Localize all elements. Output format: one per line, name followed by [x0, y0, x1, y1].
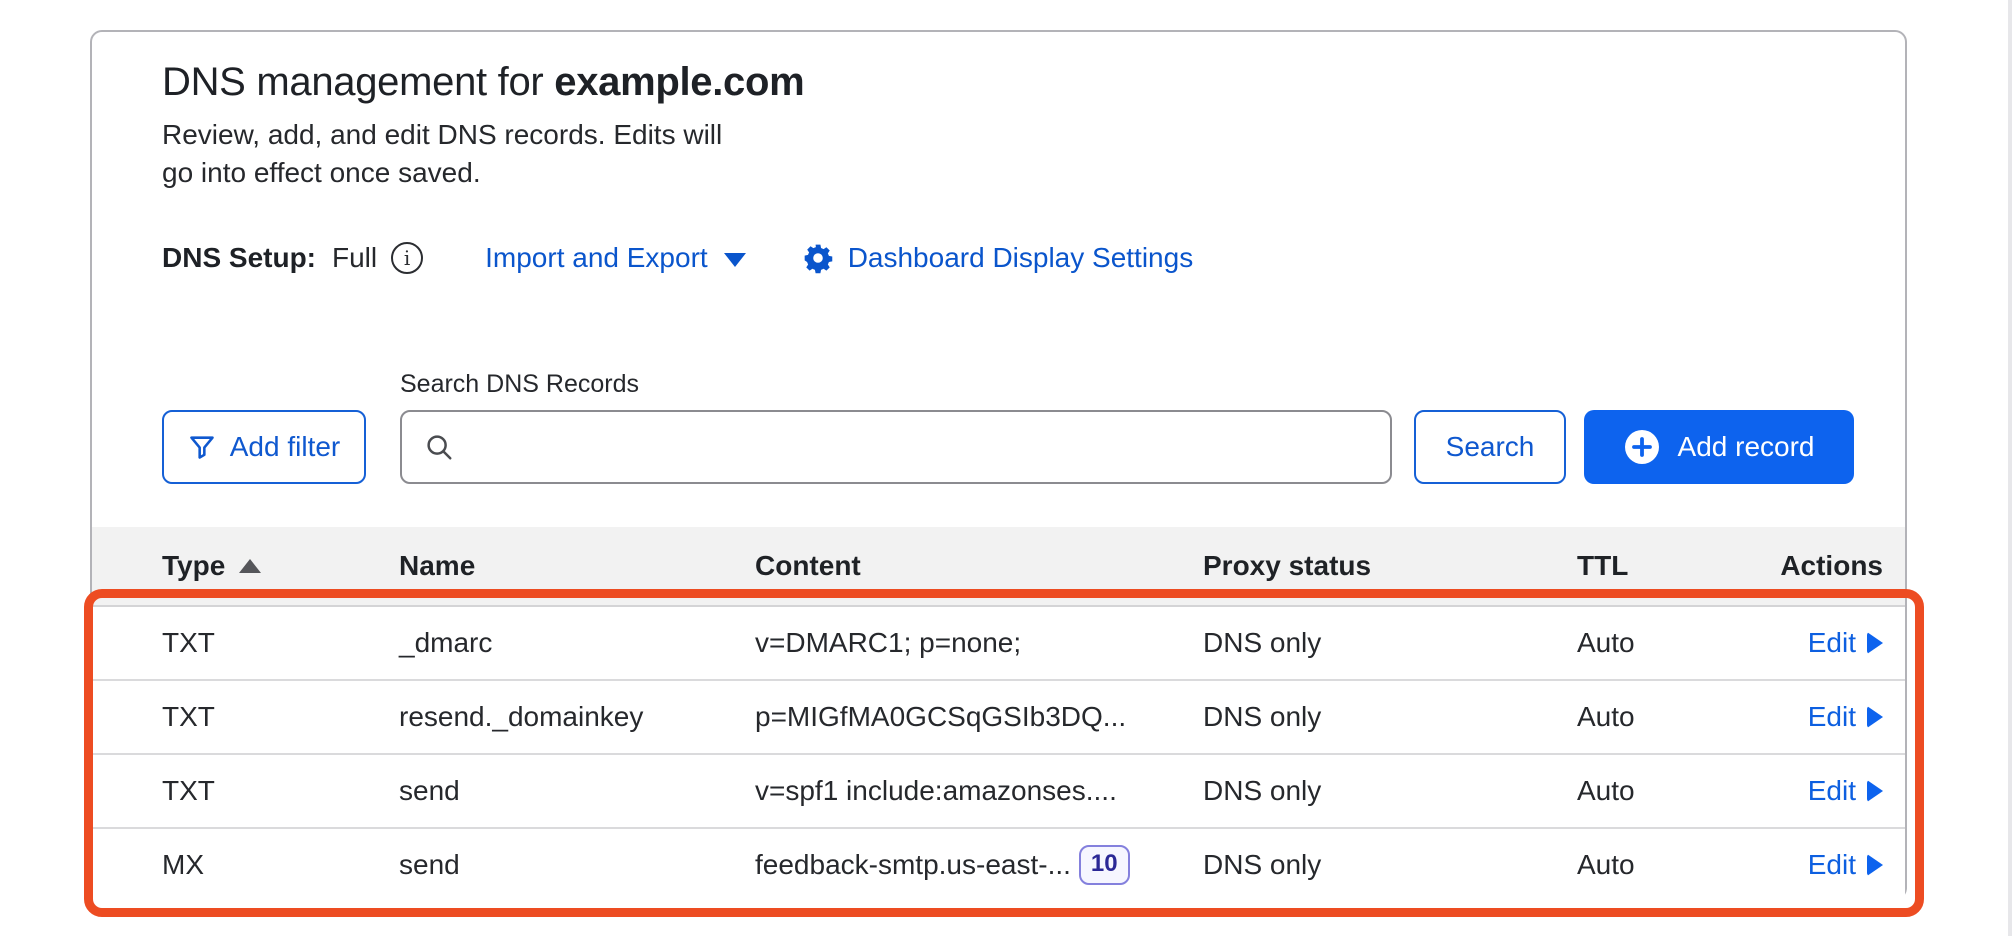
cell-proxy-status: DNS only — [1203, 701, 1577, 733]
dns-setup-row: DNS Setup: Full i Import and Export Dash… — [162, 236, 1193, 280]
edit-record-button[interactable]: Edit — [1808, 627, 1883, 659]
cell-type: MX — [162, 849, 399, 881]
import-export-menu[interactable]: Import and Export — [485, 242, 746, 274]
table-row-send-mx: MX send feedback-smtp.us-east-... 10 DNS… — [92, 827, 1905, 901]
table-row-dmarc: TXT _dmarc v=DMARC1; p=none; DNS only Au… — [92, 605, 1905, 679]
search-input[interactable] — [470, 412, 1390, 482]
gear-icon — [802, 242, 834, 274]
window-scrollbar-track[interactable] — [2008, 0, 2012, 936]
cell-ttl: Auto — [1577, 627, 1768, 659]
sort-ascending-icon — [239, 559, 261, 573]
edit-record-button[interactable]: Edit — [1808, 775, 1883, 807]
cell-name: resend._domainkey — [399, 701, 755, 733]
dns-management-card: DNS management for example.com Review, a… — [90, 30, 1907, 900]
cell-name: _dmarc — [399, 627, 755, 659]
table-header: Type Name Content Proxy status TTL Actio… — [92, 527, 1905, 605]
chevron-right-icon — [1867, 780, 1883, 802]
search-icon — [424, 432, 454, 462]
filter-icon — [188, 433, 216, 461]
page-subtitle: Review, add, and edit DNS records. Edits… — [162, 116, 722, 192]
add-record-button[interactable]: Add record — [1584, 410, 1854, 484]
cell-proxy-status: DNS only — [1203, 775, 1577, 807]
cell-type: TXT — [162, 775, 399, 807]
column-header-name: Name — [399, 550, 755, 582]
page-title: DNS management for example.com — [162, 58, 804, 106]
add-record-label: Add record — [1678, 431, 1815, 463]
search-button[interactable]: Search — [1414, 410, 1566, 484]
controls-row: Add filter Search Add record — [92, 410, 1905, 484]
search-button-label: Search — [1446, 431, 1535, 463]
column-header-actions: Actions — [1768, 550, 1883, 582]
chevron-right-icon — [1867, 706, 1883, 728]
table-row-send-txt: TXT send v=spf1 include:amazonses.... DN… — [92, 753, 1905, 827]
import-export-label: Import and Export — [485, 242, 708, 274]
search-dns-records-label: Search DNS Records — [400, 370, 639, 399]
cell-ttl: Auto — [1577, 701, 1768, 733]
page-title-prefix: DNS management for — [162, 60, 554, 104]
search-box — [400, 410, 1392, 484]
table-row-domainkey: TXT resend._domainkey p=MIGfMA0GCSqGSIb3… — [92, 679, 1905, 753]
page-subtitle-line1: Review, add, and edit DNS records. Edits… — [162, 116, 722, 154]
info-icon[interactable]: i — [391, 242, 423, 274]
cell-name: send — [399, 849, 755, 881]
cell-content: v=spf1 include:amazonses.... — [755, 775, 1203, 807]
mx-priority-badge: 10 — [1079, 845, 1130, 885]
cell-ttl: Auto — [1577, 775, 1768, 807]
cell-proxy-status: DNS only — [1203, 849, 1577, 881]
column-header-proxy-status: Proxy status — [1203, 550, 1577, 582]
cell-proxy-status: DNS only — [1203, 627, 1577, 659]
cell-content: p=MIGfMA0GCSqGSIb3DQ... — [755, 701, 1203, 733]
page-title-domain: example.com — [554, 60, 804, 104]
dns-setup-label: DNS Setup: — [162, 242, 316, 274]
edit-record-button[interactable]: Edit — [1808, 849, 1883, 881]
cell-content: feedback-smtp.us-east-... 10 — [755, 845, 1203, 885]
edit-record-button[interactable]: Edit — [1808, 701, 1883, 733]
dashboard-display-settings-link[interactable]: Dashboard Display Settings — [802, 242, 1194, 274]
add-filter-button[interactable]: Add filter — [162, 410, 366, 484]
cell-name: send — [399, 775, 755, 807]
column-header-type[interactable]: Type — [162, 550, 399, 582]
chevron-right-icon — [1867, 632, 1883, 654]
chevron-down-icon — [724, 253, 746, 267]
add-filter-label: Add filter — [230, 431, 341, 463]
cell-content: v=DMARC1; p=none; — [755, 627, 1203, 659]
dns-setup-value: Full — [332, 242, 377, 274]
dashboard-display-settings-label: Dashboard Display Settings — [848, 242, 1194, 274]
column-header-content: Content — [755, 550, 1203, 582]
cell-type: TXT — [162, 627, 399, 659]
table-body: TXT _dmarc v=DMARC1; p=none; DNS only Au… — [92, 605, 1905, 901]
cell-type: TXT — [162, 701, 399, 733]
page-subtitle-line2: go into effect once saved. — [162, 154, 722, 192]
cell-ttl: Auto — [1577, 849, 1768, 881]
chevron-right-icon — [1867, 854, 1883, 876]
column-header-ttl: TTL — [1577, 550, 1768, 582]
plus-icon — [1624, 429, 1660, 465]
